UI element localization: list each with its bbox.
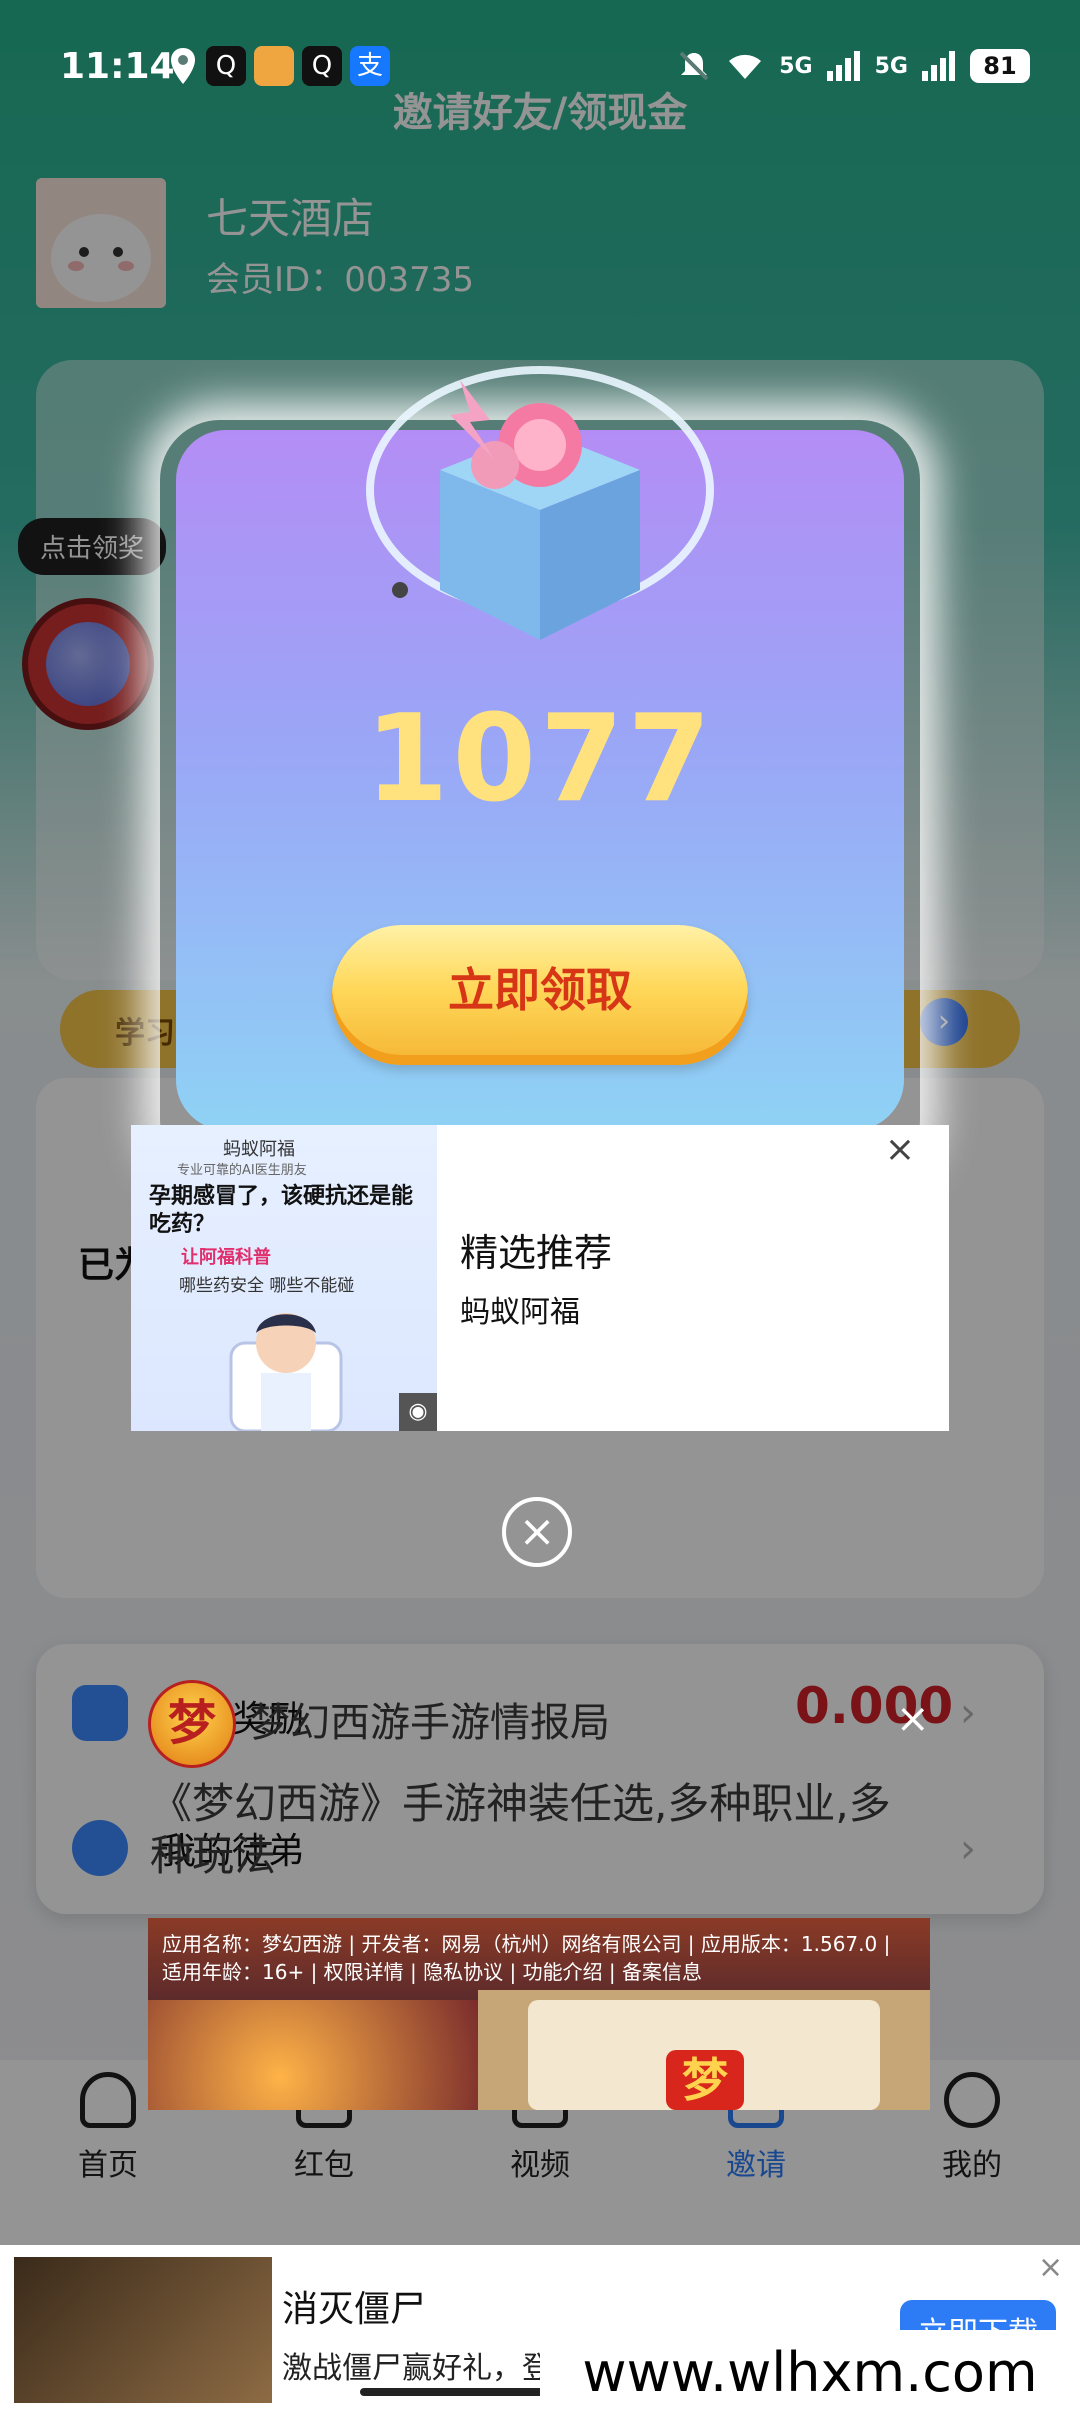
game-ad-source[interactable]: 梦幻西游手游情报局 <box>250 1690 610 1748</box>
gift-box-icon <box>366 366 714 640</box>
game-app-icon <box>254 46 294 86</box>
ad-card[interactable]: 蚂蚁阿福 专业可靠的AI医生朋友 孕期感冒了，该硬抗还是能吃药？ 让阿福科普 哪… <box>131 1125 949 1431</box>
game-ad-close-icon[interactable]: × <box>896 1696 930 1742</box>
ad-image-headline: 孕期感冒了，该硬抗还是能吃药？ <box>149 1184 414 1237</box>
banner-ad-description: 激战僵尸赢好礼，登 <box>282 2351 552 2386</box>
ad-image-line: 哪些药安全 哪些不能碰 <box>179 1276 355 1296</box>
network-type: 5G <box>779 53 813 79</box>
alipay-icon: 支 <box>350 46 390 86</box>
ad-title[interactable]: 精选推荐 <box>460 1222 612 1277</box>
signal-icon <box>826 51 860 81</box>
ad-image-cta: 让阿福科普 <box>181 1247 271 1268</box>
battery-indicator: 81 <box>970 49 1030 83</box>
network-type: 5G <box>874 53 908 79</box>
ad-close-icon[interactable]: × <box>880 1130 920 1170</box>
game-avatar[interactable]: 梦 <box>148 1680 236 1768</box>
banner-ad-title[interactable]: 消灭僵尸 <box>282 2280 426 2332</box>
ad-brand: 蚂蚁阿福 <box>460 1295 580 1330</box>
claim-now-button[interactable]: 立即领取 <box>332 925 748 1065</box>
qq-icon: Q <box>206 46 246 86</box>
close-modal-button[interactable]: × <box>502 1497 572 1567</box>
status-time: 11:14 <box>60 46 175 87</box>
ad-image-subtitle: 专业可靠的AI医生朋友 <box>177 1163 307 1178</box>
notification-icons: Q Q 支 <box>168 44 390 88</box>
mute-bell-icon <box>679 51 709 81</box>
qq-icon: Q <box>302 46 342 86</box>
watermark: www.wlhxm.com <box>540 2330 1080 2415</box>
ad-image-brand: 蚂蚁阿福 <box>223 1139 295 1160</box>
banner-close-icon[interactable]: × <box>1038 2250 1063 2285</box>
wifi-icon <box>729 54 762 79</box>
ad-image[interactable]: 蚂蚁阿福 专业可靠的AI医生朋友 孕期感冒了，该硬抗还是能吃药？ 让阿福科普 哪… <box>131 1125 437 1431</box>
system-status: 5G 5G 81 <box>677 44 1030 88</box>
ad-source-icon: ◉ <box>399 1393 437 1431</box>
location-icon <box>171 48 195 84</box>
doctor-illustration <box>229 1313 343 1431</box>
signal-icon <box>922 51 955 81</box>
game-ad-image[interactable] <box>148 2000 478 2110</box>
reward-amount: 1077 <box>365 690 715 829</box>
banner-ad-image[interactable] <box>14 2257 272 2403</box>
game-ad-description[interactable]: 《梦幻西游》手游神装任选,多种职业,多种玩法 <box>150 1778 930 1882</box>
game-logo-icon: 梦 <box>666 2050 744 2110</box>
